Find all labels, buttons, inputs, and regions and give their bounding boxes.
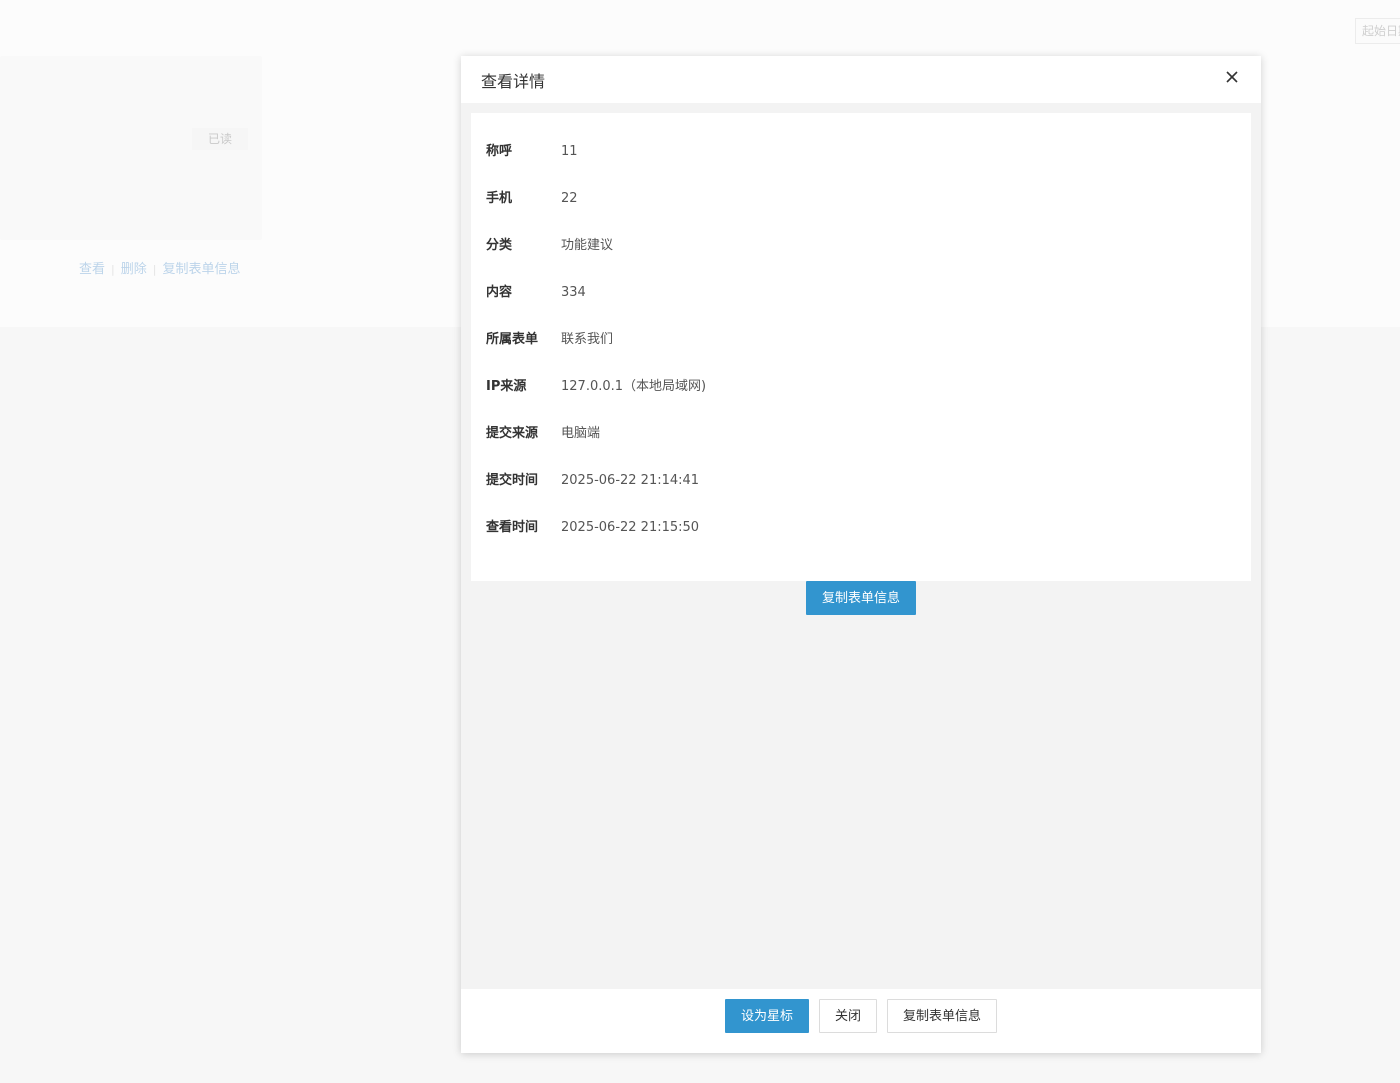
set-star-button[interactable]: 设为星标 xyxy=(725,999,809,1033)
footer-copy-form-info-button[interactable]: 复制表单信息 xyxy=(887,999,997,1033)
detail-row-source: 提交来源 电脑端 xyxy=(486,424,600,444)
close-icon[interactable] xyxy=(1223,68,1241,86)
detail-row-submit-time: 提交时间 2025-06-22 21:14:41 xyxy=(486,471,699,491)
detail-row-ip: IP来源 127.0.0.1（本地局域网) xyxy=(486,377,706,397)
field-label: IP来源 xyxy=(486,379,527,394)
modal-title: 查看详情 xyxy=(481,72,546,91)
field-label: 分类 xyxy=(486,238,513,253)
detail-row-form: 所属表单 联系我们 xyxy=(486,330,613,350)
message-card: 已读 查看 | 删除 | 复制表单信息 xyxy=(0,56,262,277)
modal-header: 查看详情 xyxy=(461,56,1261,103)
detail-row-category: 分类 功能建议 xyxy=(486,236,613,256)
field-label: 手机 xyxy=(486,191,513,206)
status-badge: 已读 xyxy=(192,128,248,150)
divider: | xyxy=(111,263,115,276)
divider: | xyxy=(152,263,157,276)
field-value: 2025-06-22 21:15:50 xyxy=(561,520,700,535)
detail-row-name: 称呼 11 xyxy=(486,142,578,162)
view-link[interactable]: 查看 xyxy=(79,262,105,277)
close-button[interactable]: 关闭 xyxy=(819,999,877,1033)
field-value: 11 xyxy=(561,144,578,159)
modal-footer: 设为星标 关闭 复制表单信息 xyxy=(461,989,1261,1053)
field-value: 联系我们 xyxy=(561,332,614,347)
field-value: 22 xyxy=(561,191,578,206)
field-value: 334 xyxy=(561,285,586,300)
start-date-input[interactable]: 起始日期 xyxy=(1355,18,1400,44)
detail-modal: 查看详情 称呼 11 手机 22 分类 功能建议 内容 334 所属表单 联系我们 IP来… xyxy=(461,56,1261,1053)
field-label: 提交时间 xyxy=(486,473,539,488)
field-value: 电脑端 xyxy=(561,426,601,441)
field-label: 查看时间 xyxy=(486,520,539,535)
field-label: 提交来源 xyxy=(486,426,539,441)
copy-form-link[interactable]: 复制表单信息 xyxy=(162,262,240,277)
delete-link[interactable]: 删除 xyxy=(121,262,147,277)
card-actions: 查看 | 删除 | 复制表单信息 xyxy=(79,261,240,279)
field-value: 2025-06-22 21:14:41 xyxy=(561,473,700,488)
detail-row-view-time: 查看时间 2025-06-22 21:15:50 xyxy=(486,518,699,538)
field-value: 127.0.0.1（本地局域网) xyxy=(561,379,707,394)
detail-row-phone: 手机 22 xyxy=(486,189,578,209)
field-label: 称呼 xyxy=(486,144,513,159)
field-value: 功能建议 xyxy=(561,238,614,253)
detail-row-content: 内容 334 xyxy=(486,283,586,303)
copy-form-info-button[interactable]: 复制表单信息 xyxy=(806,581,916,615)
detail-panel: 称呼 11 手机 22 分类 功能建议 内容 334 所属表单 联系我们 IP来源 127.… xyxy=(471,113,1251,581)
field-label: 所属表单 xyxy=(486,332,539,347)
field-label: 内容 xyxy=(486,285,513,300)
